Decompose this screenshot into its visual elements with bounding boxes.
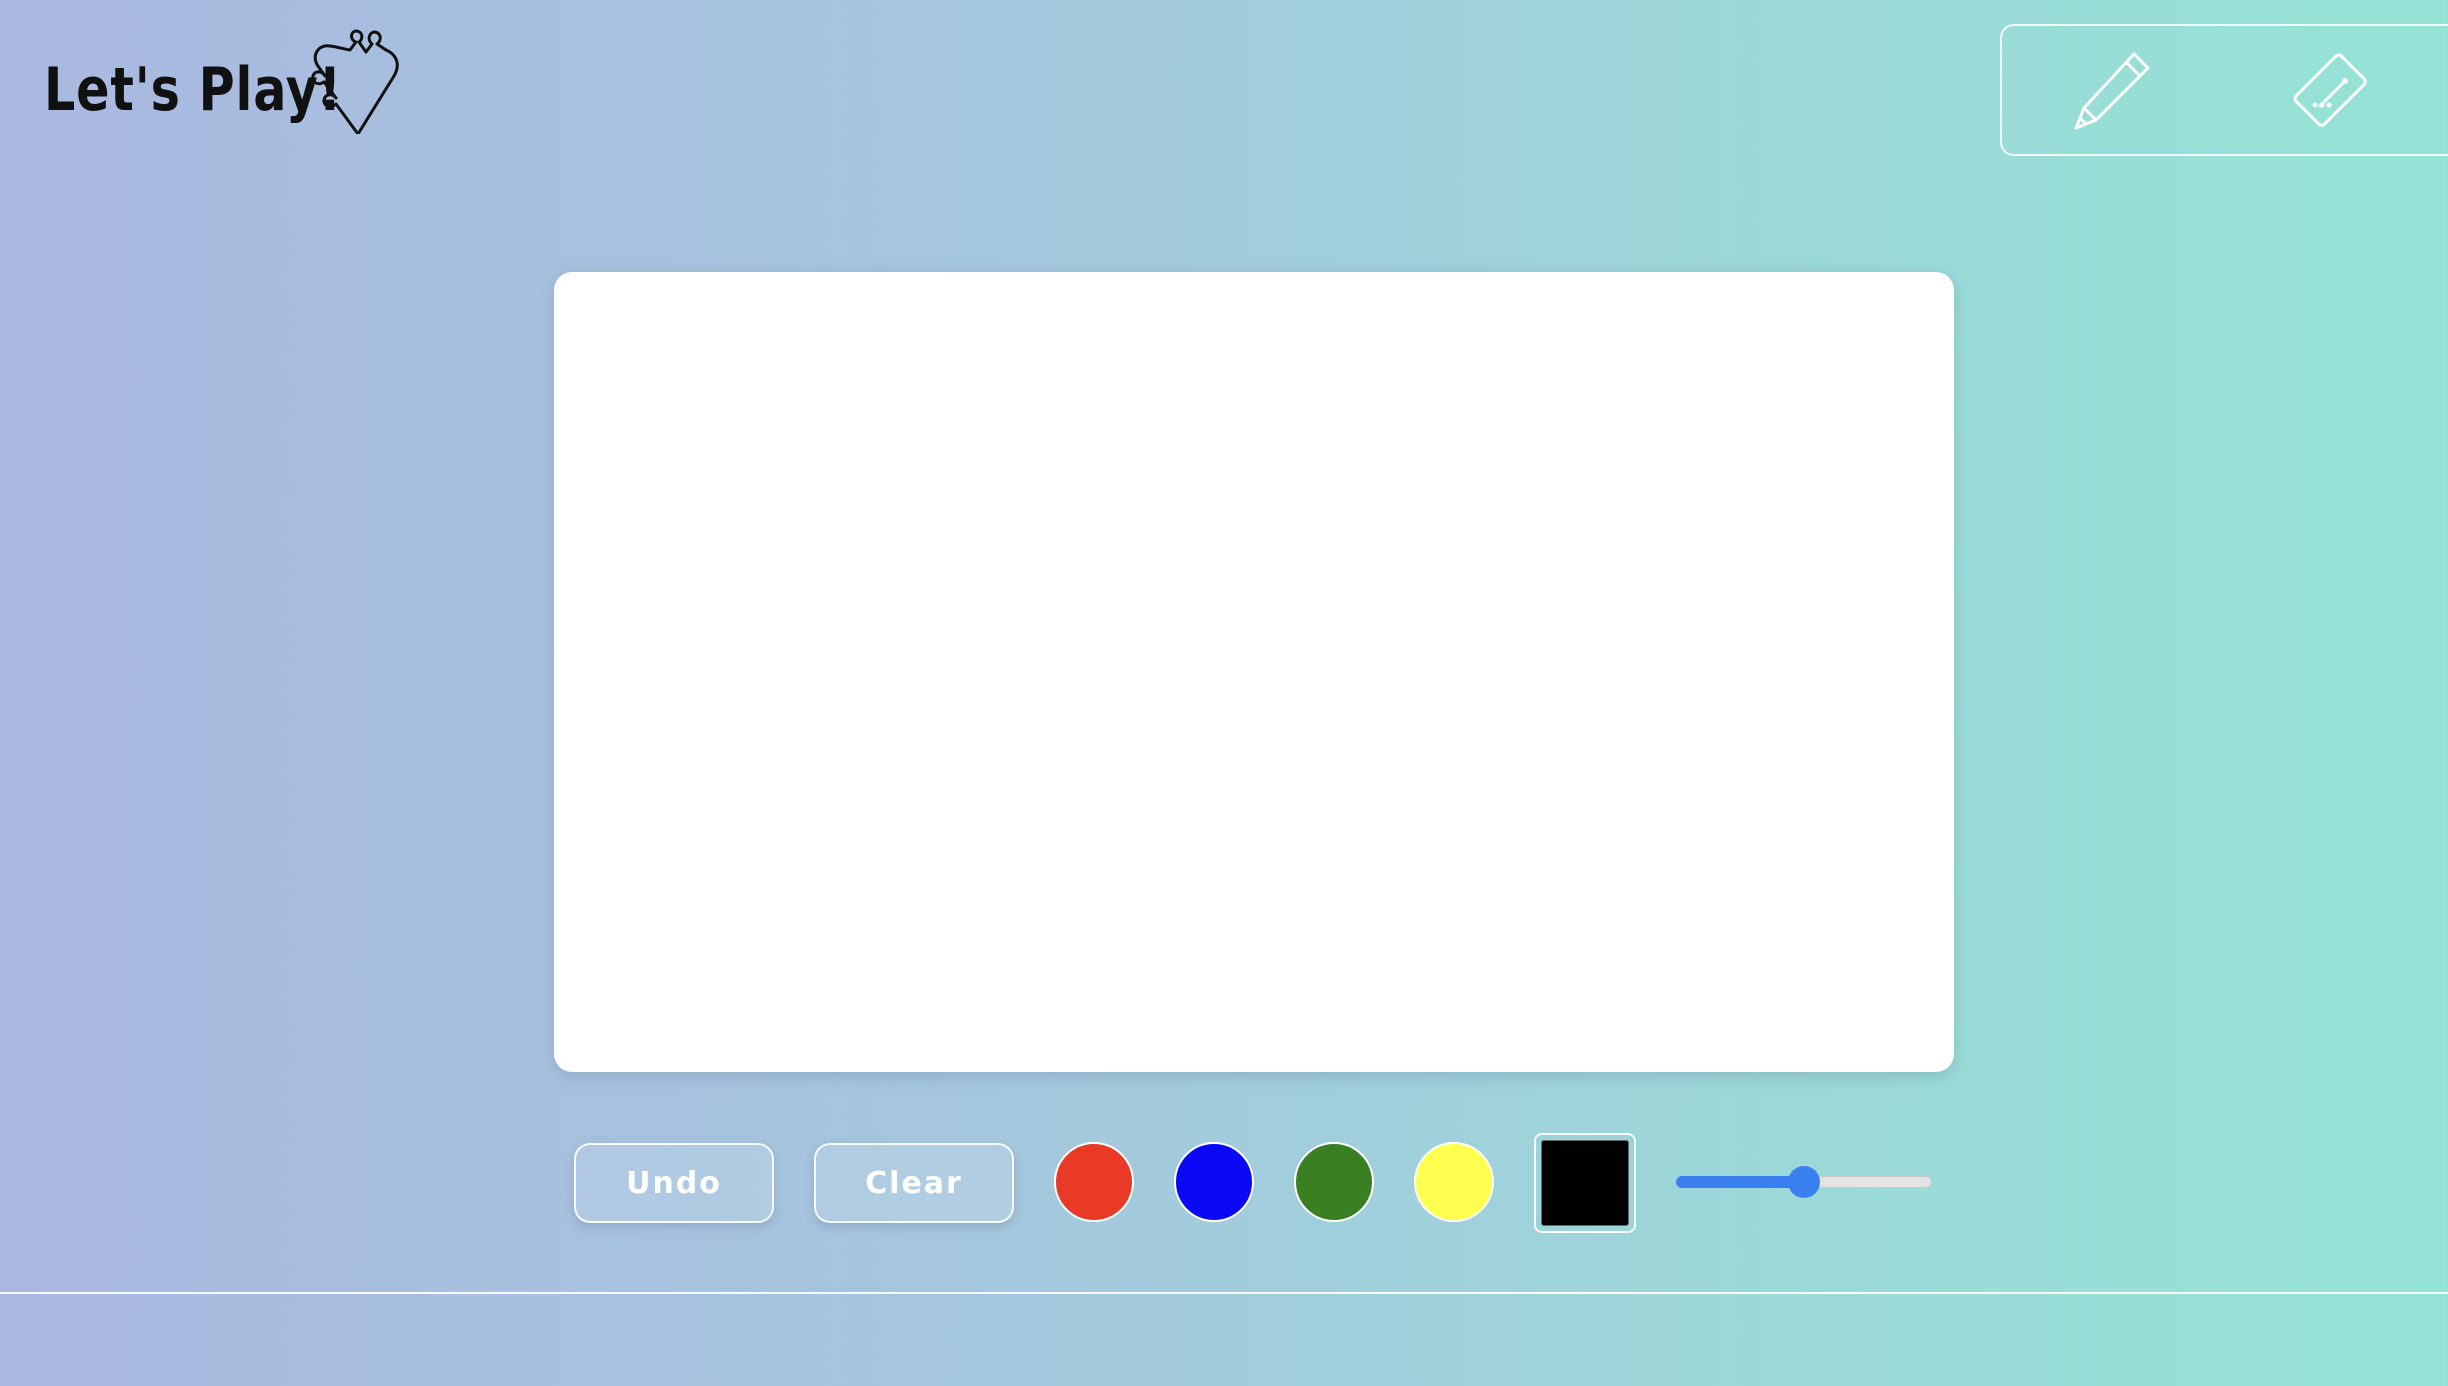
footer-divider: [0, 1292, 2448, 1294]
brush-size-slider[interactable]: [1676, 1166, 1932, 1198]
color-swatch-yellow[interactable]: [1414, 1142, 1494, 1222]
drawing-canvas[interactable]: [554, 272, 1954, 1072]
eraser-icon: [2293, 53, 2367, 127]
color-picker-preview: [1541, 1140, 1629, 1226]
eraser-tool-button[interactable]: [2278, 38, 2388, 148]
clear-button[interactable]: Clear: [814, 1143, 1014, 1223]
slider-thumb[interactable]: [1788, 1166, 1820, 1198]
color-swatch-blue[interactable]: [1174, 1142, 1254, 1222]
color-swatch-green[interactable]: [1294, 1142, 1374, 1222]
tool-panel: [2000, 24, 2448, 156]
puzzle-heart-icon: [311, 29, 399, 134]
undo-button[interactable]: Undo: [574, 1143, 774, 1223]
pencil-tool-button[interactable]: [2058, 38, 2168, 148]
color-swatch-red[interactable]: [1054, 1142, 1134, 1222]
drawing-toolbar: Undo Clear: [0, 1133, 2448, 1240]
color-picker[interactable]: [1534, 1133, 1636, 1233]
slider-fill: [1676, 1176, 1804, 1188]
pencil-icon: [2074, 52, 2150, 130]
